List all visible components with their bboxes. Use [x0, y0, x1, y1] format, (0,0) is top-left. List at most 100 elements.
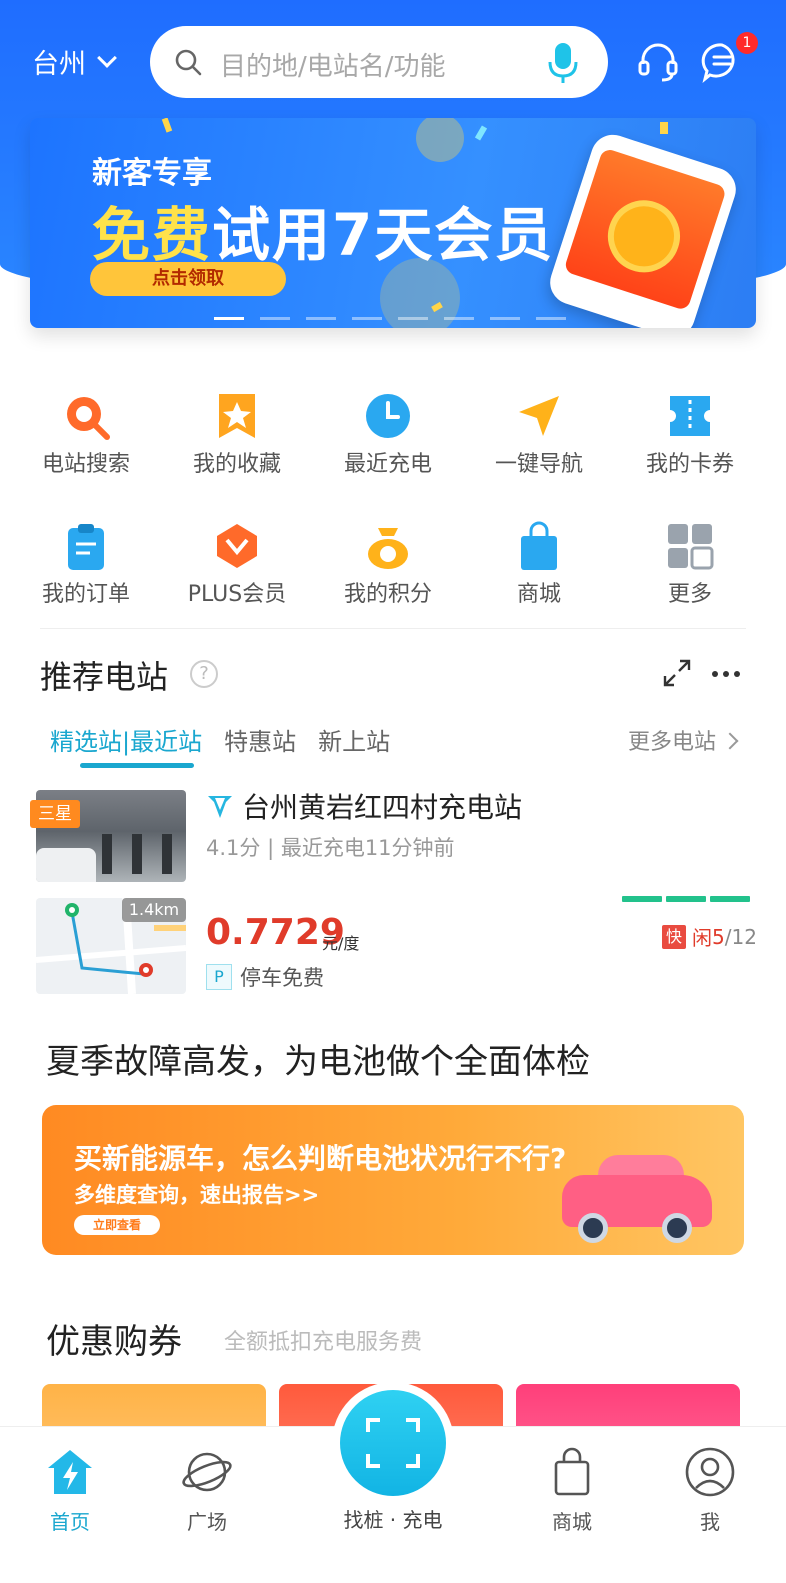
app-home-screen: 台州 目的地/电站名/功能 1 新客专享 免费试用7天会员 点击领取 电站搜索 …	[0, 0, 786, 1583]
quick-menu-item[interactable]: 商城	[463, 510, 615, 620]
crown-coin-icon	[598, 190, 690, 282]
quick-menu-label: 我的收藏	[192, 452, 281, 477]
quick-menu-item[interactable]: 一键导航	[463, 380, 615, 490]
banner-subtitle: 新客专享	[92, 156, 212, 191]
station-tabs: 精选站|最近站 特惠站 新上站	[50, 722, 390, 757]
quick-menu-item[interactable]: 我的积分	[312, 510, 464, 620]
banner-claim-button[interactable]: 点击领取	[90, 262, 286, 296]
idle-label: 闲	[692, 926, 712, 950]
quick-menu-label: 我的订单	[41, 582, 130, 607]
parking-label: 停车免费	[240, 966, 324, 990]
more-stations-link[interactable]: 更多电站	[628, 724, 739, 756]
pagination-dot[interactable]	[398, 317, 428, 320]
search-icon	[175, 49, 202, 76]
active-tab-indicator	[80, 763, 194, 768]
availability-bars	[622, 896, 750, 902]
nav-me[interactable]: 我	[660, 1446, 760, 1535]
more-options-icon[interactable]	[710, 664, 742, 684]
customer-service-headset-icon[interactable]	[636, 40, 680, 84]
quick-menu-item[interactable]: 我的收藏	[161, 380, 313, 490]
total-chargers: /12	[724, 924, 757, 949]
car-wheel-shape	[578, 1213, 608, 1243]
station-tab[interactable]: 精选站|最近站	[50, 722, 202, 757]
pagination-dot[interactable]	[536, 317, 566, 320]
quick-menu-label: 一键导航	[494, 452, 583, 477]
charging-pile-shape	[162, 834, 172, 874]
availability-bar	[666, 896, 706, 902]
scan-charge-button[interactable]	[332, 1382, 454, 1504]
coupon-section-title: 优惠购券	[46, 1322, 182, 1362]
nav-home[interactable]: 首页	[20, 1446, 120, 1535]
quick-menu-item[interactable]: 我的订单	[10, 510, 162, 620]
nav-plaza[interactable]: 广场	[157, 1446, 257, 1535]
coupon-section-subtitle: 全额抵扣充电服务费	[224, 1330, 423, 1355]
ad-subline: 多维度查询，速出报告>>	[74, 1183, 320, 1207]
quick-menu-item[interactable]: 最近充电	[312, 380, 464, 490]
nav-scan-label: 找桩 · 充电	[343, 1508, 443, 1532]
divider	[40, 628, 746, 629]
ad-headline: 买新能源车，怎么判断电池状况行不行?	[74, 1142, 567, 1175]
top-bar: 台州 目的地/电站名/功能 1	[0, 22, 786, 100]
chevron-down-icon	[97, 47, 117, 68]
station-tab[interactable]: 特惠站	[224, 722, 296, 757]
car-wheel-shape	[662, 1213, 692, 1243]
charging-pile-shape	[132, 834, 142, 874]
quick-menu-label: PLUS会员	[187, 582, 287, 607]
fast-charge-tag: 快	[662, 924, 686, 949]
plus-badge-icon	[217, 524, 257, 568]
nav-mall-label: 商城	[552, 1510, 592, 1534]
charger-availability: 快 闲 5 /12	[662, 922, 757, 951]
station-name[interactable]: 台州黄岩红四村充电站	[242, 786, 522, 826]
rating-tag: 三星	[30, 800, 80, 828]
nav-home-label: 首页	[50, 1510, 90, 1534]
quick-menu-label: 电站搜索	[41, 452, 130, 477]
nav-mall[interactable]: 商城	[522, 1446, 622, 1535]
more-stations-label: 更多电站	[628, 730, 717, 755]
navigation-arrow-icon	[519, 396, 559, 436]
shopping-bag-icon	[554, 1447, 590, 1496]
quick-menu-label: 最近充电	[343, 452, 432, 477]
more-grid-icon	[668, 524, 714, 570]
station-search-icon	[67, 397, 110, 440]
chevron-right-icon	[721, 732, 739, 750]
home-bolt-icon	[48, 1450, 92, 1494]
quick-menu-item[interactable]: 我的卡券	[614, 380, 766, 490]
pagination-dot[interactable]	[306, 317, 336, 320]
charging-pile-shape	[102, 834, 112, 874]
banner-title-highlight: 免费	[92, 201, 213, 269]
pagination-dot[interactable]	[260, 317, 290, 320]
user-icon	[685, 1447, 735, 1497]
city-label: 台州	[32, 49, 86, 80]
expand-icon[interactable]	[662, 658, 692, 688]
city-selector[interactable]: 台州	[32, 42, 117, 81]
pagination-dot[interactable]	[490, 317, 520, 320]
pagination-dot[interactable]	[444, 317, 474, 320]
article-title[interactable]: 夏季故障高发，为电池做个全面体检	[46, 1034, 590, 1083]
quick-menu-item[interactable]: 电站搜索	[10, 380, 162, 490]
banner-title-rest: 试用7天会员	[212, 201, 555, 269]
banner-title: 免费试用7天会员	[92, 188, 554, 272]
search-placeholder: 目的地/电站名/功能	[220, 52, 446, 82]
pagination-dot[interactable]	[214, 317, 244, 320]
nav-plaza-label: 广场	[187, 1510, 227, 1534]
microphone-icon[interactable]	[546, 40, 580, 86]
station-tab[interactable]: 新上站	[318, 722, 390, 757]
planet-icon	[182, 1452, 232, 1492]
pagination-dot[interactable]	[352, 317, 382, 320]
scan-icon	[366, 1418, 420, 1468]
quick-menu-label: 更多	[667, 582, 712, 607]
station-brand-logo-icon	[208, 796, 232, 818]
quick-menu-item[interactable]: PLUS会员	[161, 510, 313, 620]
recommend-section-title: 推荐电站	[40, 658, 169, 696]
search-bar[interactable]: 目的地/电站名/功能	[150, 26, 608, 98]
quick-menu-item[interactable]: 更多	[614, 510, 766, 620]
coupon-icon	[670, 396, 710, 436]
help-icon[interactable]: ?	[190, 660, 218, 688]
quick-menu-label: 我的积分	[343, 582, 432, 607]
shopping-bag-icon	[521, 521, 557, 570]
ad-view-button[interactable]: 立即查看	[74, 1215, 160, 1235]
promo-banner[interactable]: 新客专享 免费试用7天会员 点击领取	[30, 118, 756, 328]
idle-count: 5	[712, 924, 725, 949]
station-meta: 4.1分 | 最近充电11分钟前	[206, 836, 455, 860]
battery-check-ad[interactable]: 买新能源车，怎么判断电池状况行不行? 多维度查询，速出报告>> 立即查看	[42, 1105, 744, 1255]
